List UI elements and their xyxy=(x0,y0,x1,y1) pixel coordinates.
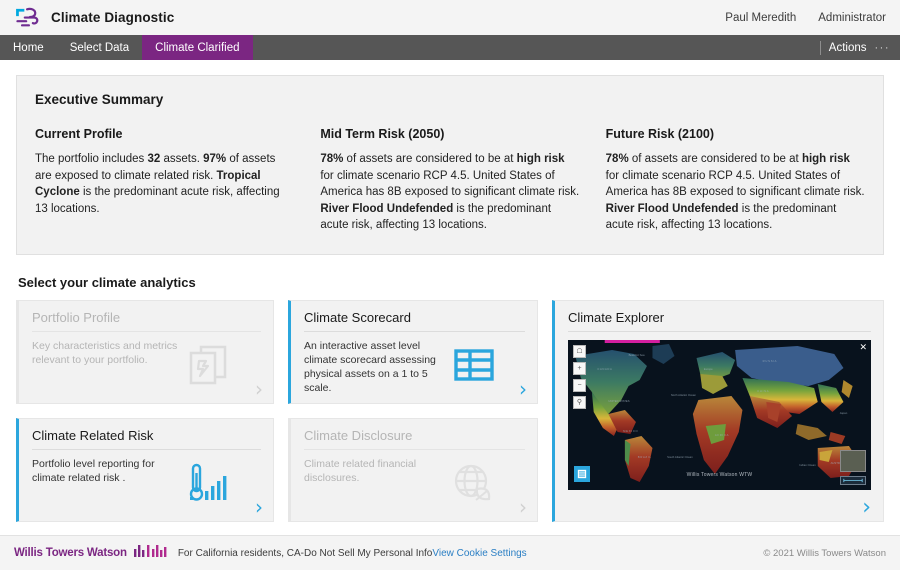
svg-text:Indian Ocean: Indian Ocean xyxy=(799,462,816,466)
climate-map[interactable]: C A N A D A UNITED STATES M E X I C O B … xyxy=(568,340,871,490)
card-title: Portfolio Profile xyxy=(32,310,261,332)
executive-summary-title: Executive Summary xyxy=(35,92,865,107)
card-description: Climate related financial disclosures. xyxy=(304,457,456,485)
nav-divider xyxy=(820,41,821,55)
svg-text:R U S S I A: R U S S I A xyxy=(763,358,777,362)
executive-summary-panel: Executive Summary Current Profile The po… xyxy=(16,75,884,255)
summary-column-title: Future Risk (2100) xyxy=(606,127,865,141)
analytics-section-title: Select your climate analytics xyxy=(18,275,884,290)
card-arrow-icon: › xyxy=(519,497,527,517)
cookie-settings-link[interactable]: View Cookie Settings xyxy=(432,548,526,559)
nav-item-select-data[interactable]: Select Data xyxy=(57,35,142,60)
summary-column-title: Mid Term Risk (2050) xyxy=(320,127,579,141)
svg-text:Europe: Europe xyxy=(704,366,713,370)
thermometer-bars-icon xyxy=(183,459,235,507)
page-body: Executive Summary Current Profile The po… xyxy=(0,60,900,522)
close-icon[interactable]: ✕ xyxy=(859,343,867,352)
card-description: Portfolio level reporting for climate re… xyxy=(32,457,184,485)
card-title: Climate Related Risk xyxy=(32,428,261,450)
user-role[interactable]: Administrator xyxy=(818,12,886,24)
wind-swirl-logo-icon xyxy=(14,7,42,29)
card-title: Climate Disclosure xyxy=(304,428,525,450)
page-footer: Willis Towers Watson For California resi… xyxy=(0,535,900,570)
svg-text:B R A Z I L: B R A Z I L xyxy=(638,454,651,458)
svg-text:Beaufort Sea: Beaufort Sea xyxy=(629,352,645,356)
copyright: © 2021 Willis Towers Watson xyxy=(763,548,886,559)
ellipsis-icon[interactable]: ··· xyxy=(875,42,891,54)
svg-text:North Atlantic Ocean: North Atlantic Ocean xyxy=(671,392,696,396)
card-description: An interactive asset level climate score… xyxy=(304,339,456,395)
wtw-wordmark: Willis Towers Watson xyxy=(14,547,127,559)
card-arrow-icon[interactable]: › xyxy=(519,379,527,399)
user-name[interactable]: Paul Meredith xyxy=(725,12,796,24)
documents-chart-icon xyxy=(183,341,235,389)
user-area: Paul Meredith Administrator xyxy=(725,12,886,24)
svg-text:C A N A D A: C A N A D A xyxy=(597,366,612,370)
brand[interactable]: Climate Diagnostic xyxy=(14,7,174,29)
california-notice: For California residents, CA-Do Not Sell… xyxy=(178,548,433,559)
svg-text:UNITED STATES: UNITED STATES xyxy=(608,398,629,402)
analytics-card-grid: Portfolio Profile Key characteristics an… xyxy=(16,300,884,522)
search-location-icon[interactable]: ⚲ xyxy=(573,396,586,409)
table-grid-icon xyxy=(447,341,499,389)
svg-text:C H I N A: C H I N A xyxy=(757,388,768,392)
nav-item-climate-clarified[interactable]: Climate Clarified xyxy=(142,35,252,60)
summary-column-title: Current Profile xyxy=(35,127,294,141)
svg-text:A F R I C A: A F R I C A xyxy=(715,432,729,436)
zoom-in-icon[interactable]: + xyxy=(573,362,586,375)
svg-text:South Atlantic Ocean: South Atlantic Ocean xyxy=(667,454,693,458)
card-arrow-icon: › xyxy=(255,379,263,399)
summary-column-body: 78% of assets are considered to be at hi… xyxy=(606,151,865,234)
scale-bar-icon xyxy=(840,476,866,485)
legend-icon[interactable] xyxy=(574,466,590,482)
globe-leaf-icon xyxy=(447,459,499,507)
summary-column-mid-term-risk: Mid Term Risk (2050) 78% of assets are c… xyxy=(320,127,579,234)
card-climate-scorecard[interactable]: Climate Scorecard An interactive asset l… xyxy=(288,300,538,404)
actions-button[interactable]: Actions xyxy=(829,42,867,54)
card-climate-disclosure: Climate Disclosure Climate related finan… xyxy=(288,418,538,522)
card-description: Key characteristics and metrics relevant… xyxy=(32,339,184,367)
main-nav: Home Select Data Climate Clarified Actio… xyxy=(0,35,900,60)
svg-text:Japan: Japan xyxy=(840,410,848,414)
card-arrow-icon[interactable]: › xyxy=(862,497,871,519)
card-title: Climate Scorecard xyxy=(304,310,525,332)
map-watermark: Willis Towers Watson WTW xyxy=(687,472,753,478)
card-climate-related-risk[interactable]: Climate Related Risk Portfolio level rep… xyxy=(16,418,274,522)
card-title: Climate Explorer xyxy=(568,310,871,332)
wtw-bars-logo-icon xyxy=(134,544,168,562)
summary-column-body: 78% of assets are considered to be at hi… xyxy=(320,151,579,234)
summary-column-current-profile: Current Profile The portfolio includes 3… xyxy=(35,127,294,234)
svg-text:M E X I C O: M E X I C O xyxy=(623,428,638,432)
top-header: Climate Diagnostic Paul Meredith Adminis… xyxy=(0,0,900,35)
page-title: Climate Diagnostic xyxy=(51,10,174,25)
executive-summary-columns: Current Profile The portfolio includes 3… xyxy=(35,127,865,234)
card-portfolio-profile: Portfolio Profile Key characteristics an… xyxy=(16,300,274,404)
summary-column-future-risk: Future Risk (2100) 78% of assets are con… xyxy=(606,127,865,234)
minimap-icon[interactable] xyxy=(840,450,866,472)
nav-right-group: Actions ··· xyxy=(820,35,900,60)
summary-column-body: The portfolio includes 32 assets. 97% of… xyxy=(35,151,294,217)
card-arrow-icon[interactable]: › xyxy=(255,497,263,517)
zoom-home-icon[interactable]: ☖ xyxy=(573,345,586,358)
card-climate-explorer[interactable]: Climate Explorer xyxy=(552,300,884,522)
nav-item-home[interactable]: Home xyxy=(0,35,57,60)
zoom-out-icon[interactable]: − xyxy=(573,379,586,392)
